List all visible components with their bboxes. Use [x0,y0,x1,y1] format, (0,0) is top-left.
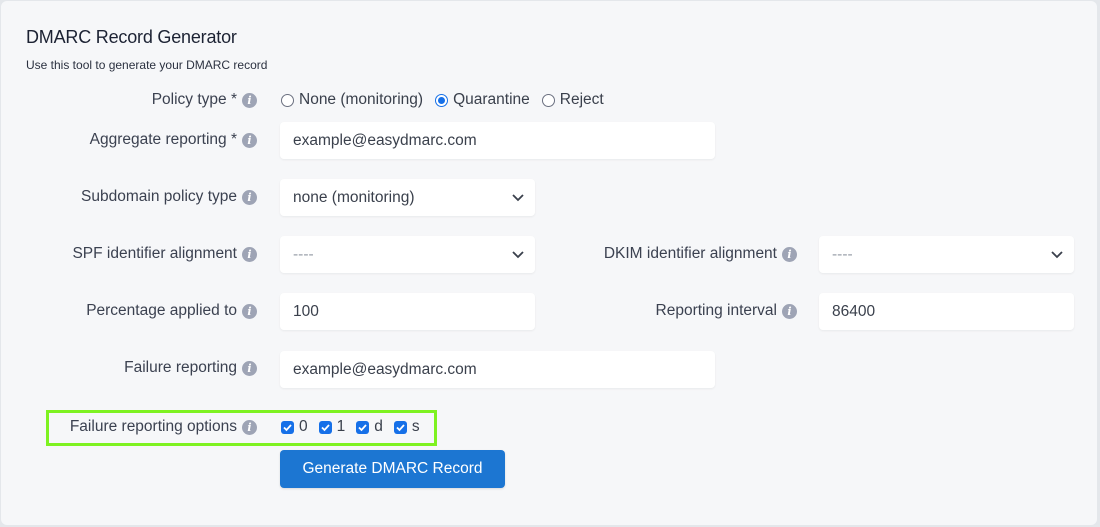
checkbox-label: 1 [336,418,346,435]
page-title: DMARC Record Generator [26,27,237,47]
info-icon[interactable]: i [242,419,257,435]
policy-type-radio-group: None (monitoring) Quarantine Reject [281,89,616,111]
percentage-label-text: Percentage applied to [86,302,237,319]
policy-radio-none[interactable]: None (monitoring) [281,91,423,109]
failure-option-s[interactable]: s [393,418,420,436]
aggregate-reporting-value: example@easydmarc.com [293,131,477,149]
info-icon[interactable]: i [782,303,797,319]
failure-option-0[interactable]: 0 [281,418,308,436]
info-icon[interactable]: i [242,92,257,108]
percentage-value: 100 [293,302,319,320]
policy-radio-quarantine[interactable]: Quarantine [435,91,530,109]
dkim-alignment-value: ---- [832,245,853,263]
failure-reporting-label: Failure reporting i [41,350,257,386]
checkbox-checked[interactable] [281,420,294,434]
checkmark-icon [358,423,367,431]
failure-option-1[interactable]: 1 [318,418,346,436]
failure-options-checkboxes: 0 1 d s [281,417,431,437]
reporting-interval-label-text: Reporting interval [655,302,777,319]
info-icon[interactable]: i [242,132,257,148]
info-icon[interactable]: i [242,303,257,319]
info-icon[interactable]: i [242,189,257,205]
chevron-down-icon [1051,251,1063,259]
checkmark-icon [283,423,292,431]
checkbox-checked[interactable] [356,420,370,434]
failure-reporting-label-text: Failure reporting [124,359,237,376]
info-icon[interactable]: i [782,246,797,262]
checkbox-label: 0 [299,418,308,435]
reporting-interval-input[interactable]: 86400 [819,293,1074,330]
chevron-down-icon [512,251,524,259]
info-icon[interactable]: i [242,246,257,262]
radio-button-selected[interactable] [435,93,449,107]
radio-label: Quarantine [453,91,530,108]
dmarc-generator-panel: DMARC Record Generator Use this tool to … [1,1,1097,525]
dkim-alignment-select[interactable]: ---- [819,236,1074,273]
spf-alignment-select[interactable]: ---- [280,236,535,273]
checkmark-icon [320,423,330,431]
policy-radio-reject[interactable]: Reject [541,91,604,109]
failure-options-label-text: Failure reporting options [69,418,237,435]
generate-dmarc-record-button[interactable]: Generate DMARC Record [280,450,505,488]
dkim-alignment-label-text: DKIM identifier alignment [603,245,777,262]
percentage-label: Percentage applied to i [41,293,257,329]
subdomain-policy-value: none (monitoring) [293,188,415,206]
spf-alignment-label: SPF identifier alignment i [21,236,257,272]
subdomain-policy-select[interactable]: none (monitoring) [280,179,535,216]
policy-type-label-text: Policy type * [151,91,237,108]
info-icon[interactable]: i [242,360,257,376]
radio-label: None (monitoring) [299,91,424,108]
subdomain-policy-label: Subdomain policy type i [41,179,257,215]
checkbox-checked[interactable] [393,420,407,434]
policy-type-label: Policy type * i [41,82,257,118]
checkbox-label: s [411,418,420,435]
failure-reporting-input[interactable]: example@easydmarc.com [280,351,715,388]
chevron-down-icon [512,194,524,202]
radio-button[interactable] [541,93,555,107]
spf-alignment-label-text: SPF identifier alignment [72,245,237,262]
checkmark-icon [396,423,405,431]
subdomain-policy-label-text: Subdomain policy type [81,188,237,205]
failure-reporting-value: example@easydmarc.com [293,360,477,378]
percentage-input[interactable]: 100 [280,293,535,330]
failure-options-label: Failure reporting options i [41,409,257,445]
radio-button[interactable] [281,93,294,107]
reporting-interval-label: Reporting interval i [561,293,797,329]
page-subtitle: Use this tool to generate your DMARC rec… [26,58,268,72]
checkbox-label: d [374,418,383,435]
aggregate-reporting-input[interactable]: example@easydmarc.com [280,122,715,159]
failure-option-d[interactable]: d [356,418,383,436]
reporting-interval-value: 86400 [832,302,876,320]
aggregate-reporting-label: Aggregate reporting * i [41,122,257,158]
spf-alignment-value: ---- [293,245,314,263]
checkbox-checked[interactable] [318,420,332,434]
aggregate-reporting-label-text: Aggregate reporting * [89,131,237,148]
radio-label: Reject [559,91,604,108]
dkim-alignment-label: DKIM identifier alignment i [561,236,797,272]
